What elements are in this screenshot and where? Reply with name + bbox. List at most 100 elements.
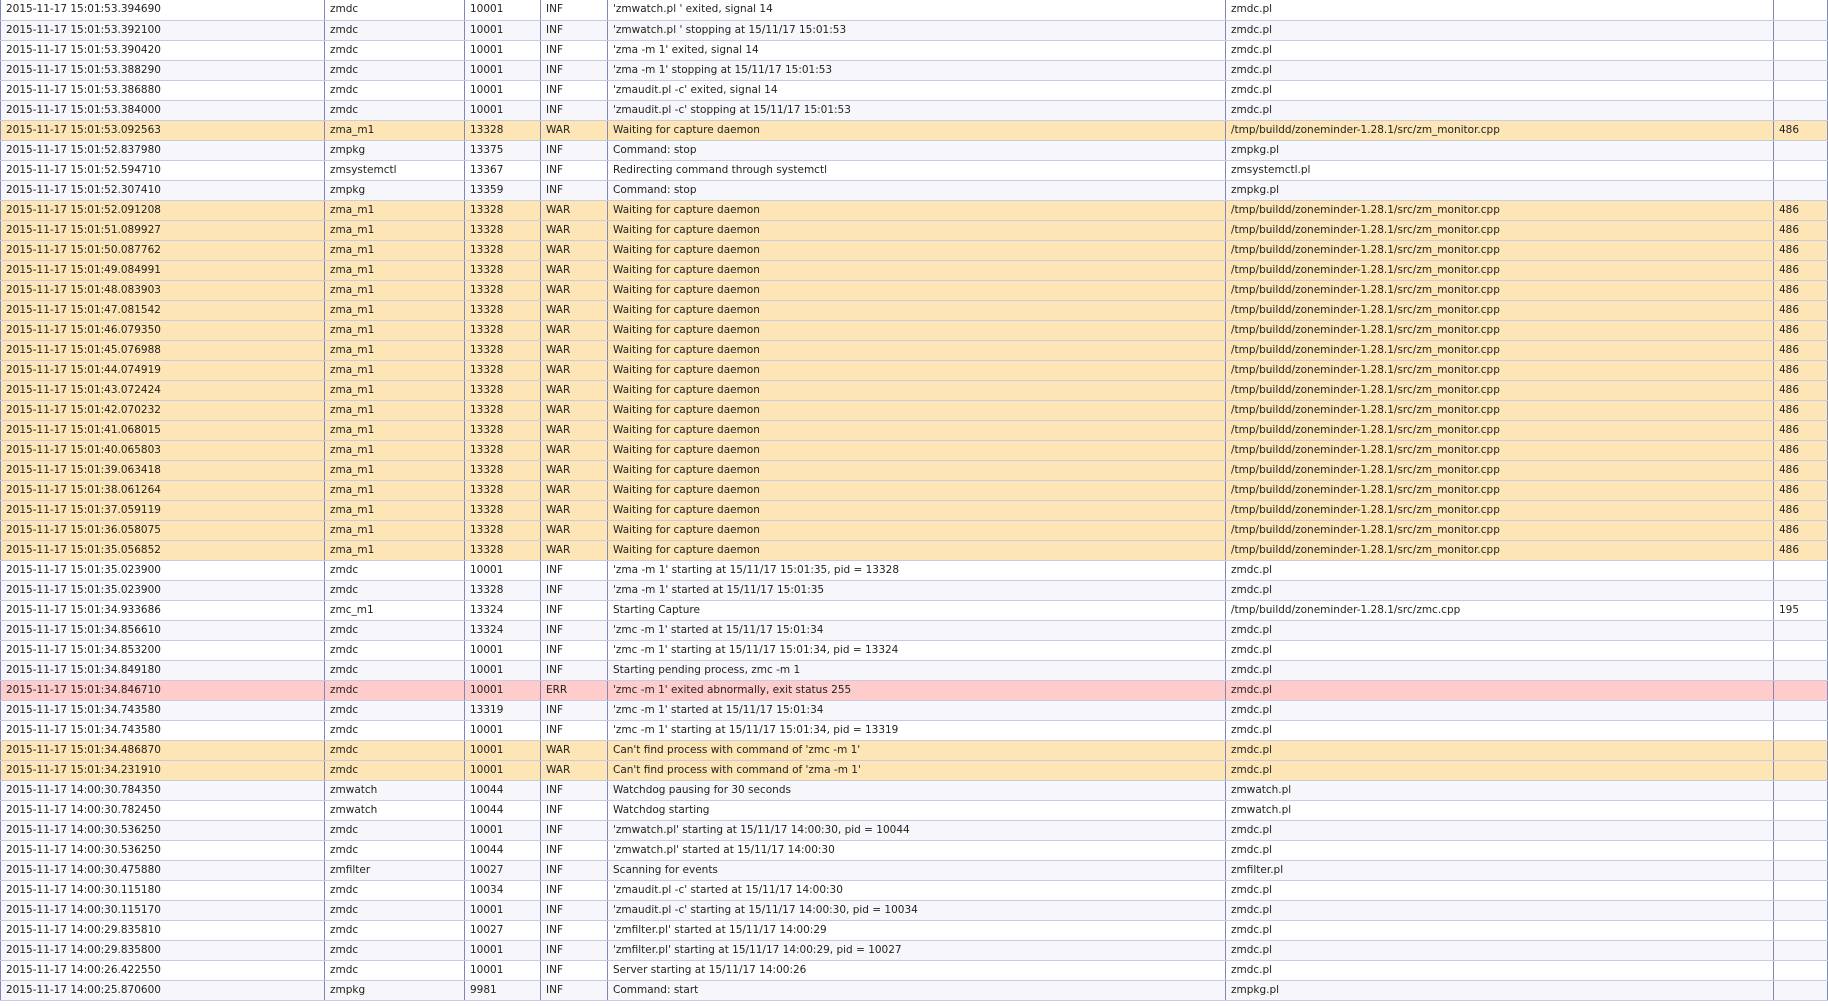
log-component-cell: zma_m1 [324,400,465,421]
log-file-cell: /tmp/buildd/zoneminder-1.28.1/src/zmc.cp… [1225,600,1774,621]
log-file-cell: /tmp/buildd/zoneminder-1.28.1/src/zm_mon… [1225,340,1774,361]
log-component-cell: zma_m1 [324,360,465,381]
log-file-cell: zmdc.pl [1225,920,1774,941]
log-file-cell: zmdc.pl [1225,580,1774,601]
log-row: 2015-11-17 14:00:30.115180 zmdc 10034 INF'z… [0,880,1828,901]
log-component-cell: zmdc [324,80,465,101]
log-line-cell [1773,160,1828,181]
log-row: 2015-11-17 15:01:52.594710 zmsystemctl 133… [0,160,1828,181]
log-message-cell: 'zmwatch.pl' started at 15/11/17 14:00:3… [607,840,1226,861]
log-time-cell: 2015-11-17 14:00:26.422550 [0,960,325,981]
log-message-cell: Waiting for capture daemon [607,540,1226,561]
log-line-cell: 486 [1773,260,1828,281]
log-line-cell [1773,840,1828,861]
log-line-cell [1773,800,1828,821]
log-time-cell: 2015-11-17 15:01:34.853200 [0,640,325,661]
log-component-cell: zmdc [324,560,465,581]
log-row: 2015-11-17 15:01:43.072424 zma_m1 13328 WAR… [0,380,1828,401]
log-pid-cell: 13328 [464,420,541,441]
log-time-cell: 2015-11-17 15:01:46.079350 [0,320,325,341]
log-pid-cell: 13328 [464,320,541,341]
log-component-cell: zmdc [324,720,465,741]
log-time-cell: 2015-11-17 15:01:52.594710 [0,160,325,181]
log-level-cell: INF [540,600,608,621]
log-time-cell: 2015-11-17 15:01:35.056852 [0,540,325,561]
log-time-cell: 2015-11-17 14:00:30.784350 [0,780,325,801]
log-component-cell: zma_m1 [324,520,465,541]
log-file-cell: /tmp/buildd/zoneminder-1.28.1/src/zm_mon… [1225,240,1774,261]
log-pid-cell: 13324 [464,620,541,641]
log-component-cell: zmpkg [324,980,465,1001]
log-level-cell: WAR [540,260,608,281]
log-message-cell: Waiting for capture daemon [607,520,1226,541]
log-message-cell: 'zmwatch.pl' starting at 15/11/17 14:00:… [607,820,1226,841]
log-time-cell: 2015-11-17 15:01:53.092563 [0,120,325,141]
log-pid-cell: 10001 [464,660,541,681]
log-message-cell: 'zmfilter.pl' started at 15/11/17 14:00:… [607,920,1226,941]
log-level-cell: INF [540,800,608,821]
log-pid-cell: 13328 [464,500,541,521]
log-file-cell: /tmp/buildd/zoneminder-1.28.1/src/zm_mon… [1225,480,1774,501]
log-file-cell: zmdc.pl [1225,960,1774,981]
log-line-cell: 486 [1773,460,1828,481]
log-line-cell [1773,620,1828,641]
log-time-cell: 2015-11-17 14:00:30.115180 [0,880,325,901]
log-time-cell: 2015-11-17 15:01:52.091208 [0,200,325,221]
log-component-cell: zma_m1 [324,260,465,281]
log-component-cell: zmdc [324,960,465,981]
log-row: 2015-11-17 15:01:46.079350 zma_m1 13328 WAR… [0,320,1828,341]
log-time-cell: 2015-11-17 15:01:34.849180 [0,660,325,681]
log-time-cell: 2015-11-17 15:01:44.074919 [0,360,325,381]
log-level-cell: WAR [540,500,608,521]
log-time-cell: 2015-11-17 15:01:50.087762 [0,240,325,261]
log-level-cell: INF [540,580,608,601]
log-line-cell: 486 [1773,440,1828,461]
log-message-cell: Waiting for capture daemon [607,420,1226,441]
log-file-cell: zmpkg.pl [1225,180,1774,201]
log-file-cell: /tmp/buildd/zoneminder-1.28.1/src/zm_mon… [1225,120,1774,141]
log-row: 2015-11-17 15:01:50.087762 zma_m1 13328 WAR… [0,240,1828,261]
log-row: 2015-11-17 15:01:44.074919 zma_m1 13328 WAR… [0,360,1828,381]
log-line-cell [1773,760,1828,781]
log-file-cell: /tmp/buildd/zoneminder-1.28.1/src/zm_mon… [1225,380,1774,401]
log-line-cell [1773,180,1828,201]
log-row: 2015-11-17 15:01:52.307410 zmpkg 13359 INF C… [0,180,1828,201]
log-component-cell: zmdc [324,580,465,601]
log-file-cell: zmfilter.pl [1225,860,1774,881]
log-message-cell: Waiting for capture daemon [607,460,1226,481]
log-component-cell: zmdc [324,920,465,941]
log-file-cell: zmdc.pl [1225,940,1774,961]
log-message-cell: 'zma -m 1' starting at 15/11/17 15:01:35… [607,560,1226,581]
log-pid-cell: 10034 [464,880,541,901]
log-file-cell: zmdc.pl [1225,840,1774,861]
log-level-cell: WAR [540,220,608,241]
log-line-cell: 486 [1773,340,1828,361]
log-file-cell: zmdc.pl [1225,60,1774,81]
log-time-cell: 2015-11-17 15:01:34.486870 [0,740,325,761]
log-pid-cell: 13328 [464,460,541,481]
log-level-cell: INF [540,960,608,981]
log-time-cell: 2015-11-17 15:01:53.394690 [0,0,325,21]
log-pid-cell: 13324 [464,600,541,621]
log-line-cell: 486 [1773,420,1828,441]
log-level-cell: INF [540,840,608,861]
log-file-cell: zmdc.pl [1225,900,1774,921]
log-message-cell: Scanning for events [607,860,1226,881]
log-level-cell: WAR [540,400,608,421]
log-file-cell: /tmp/buildd/zoneminder-1.28.1/src/zm_mon… [1225,400,1774,421]
log-pid-cell: 13328 [464,260,541,281]
log-line-cell [1773,940,1828,961]
log-level-cell: WAR [540,760,608,781]
log-line-cell [1773,660,1828,681]
log-component-cell: zmfilter [324,860,465,881]
log-pid-cell: 13328 [464,120,541,141]
log-file-cell: zmdc.pl [1225,640,1774,661]
log-line-cell [1773,140,1828,161]
log-component-cell: zma_m1 [324,220,465,241]
log-component-cell: zma_m1 [324,540,465,561]
log-level-cell: WAR [540,540,608,561]
log-component-cell: zmc_m1 [324,600,465,621]
log-level-cell: WAR [540,120,608,141]
log-line-cell [1773,700,1828,721]
log-file-cell: zmdc.pl [1225,0,1774,21]
